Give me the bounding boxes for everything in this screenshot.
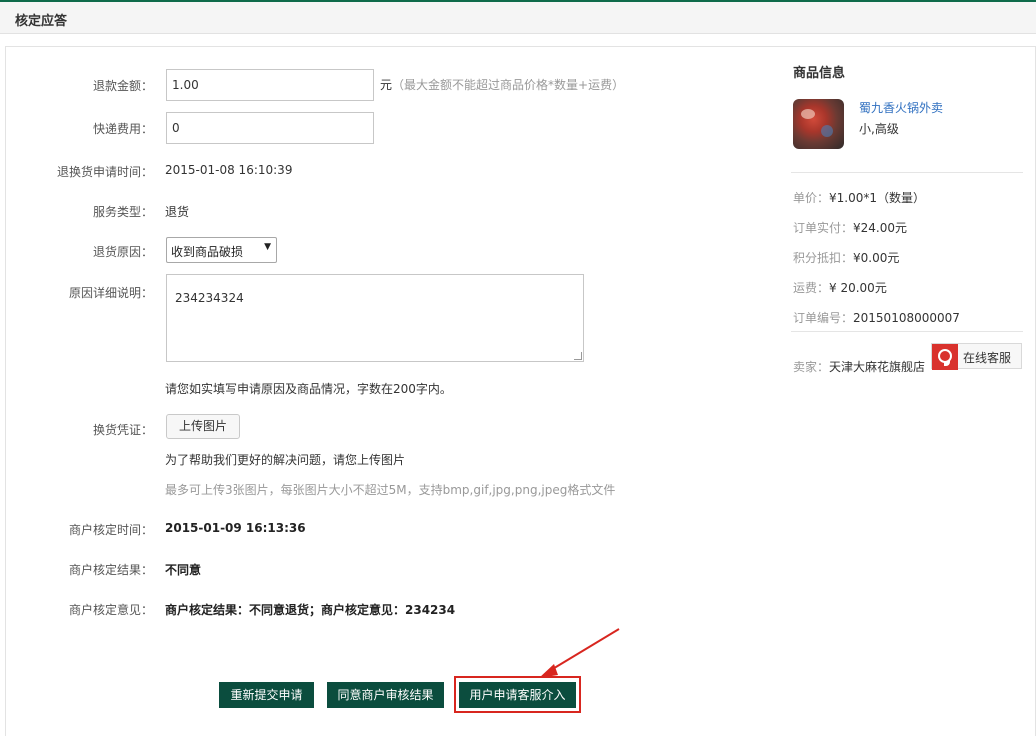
reason-select-value: 收到商品破损 [171,245,244,259]
product-info-panel: 商品信息 蜀九香火锅外卖 小,高级 单价：¥1.00*1（数量） 订单实付：¥2… [781,46,1036,736]
merchant-result-value: 不同意 [165,563,202,577]
freight-value: ¥ 20.00元 [829,281,887,295]
reason-label: 退货原因： [92,245,153,259]
paid-label: 订单实付： [793,221,854,235]
service-type-label: 服务类型： [92,205,153,219]
unit-price-label: 单价： [793,191,830,205]
online-service-label: 在线客服 [963,351,1012,365]
product-name-link[interactable]: 蜀九香火锅外卖 [859,99,943,116]
order-no-value: 20150108000007 [853,311,960,325]
detail-tip: 请您如实填写申请原因及商品情况，字数在200字内。 [165,382,452,396]
paid-value: ¥24.00元 [853,221,908,235]
merchant-opinion-label: 商户核定意见： [68,603,153,617]
reason-select[interactable]: 收到商品破损 ▼ [166,237,277,263]
detail-text: 234234324 [175,291,244,305]
shipping-fee-label: 快递费用： [92,122,153,136]
detail-label: 原因详细说明： [68,286,153,300]
merchant-result-label: 商户核定结果： [68,563,153,577]
online-service-button[interactable]: 在线客服 [931,343,1022,370]
upload-image-button[interactable]: 上传图片 [166,414,240,439]
product-info-title: 商品信息 [793,66,846,81]
voucher-label: 换货凭证： [92,423,153,437]
merchant-time-value: 2015-01-09 16:13:36 [165,521,306,535]
refund-amount-label: 退款金额： [92,79,153,93]
product-thumbnail[interactable] [793,99,844,149]
detail-textarea[interactable]: 234234324 [166,274,584,362]
resubmit-button[interactable]: 重新提交申请 [219,682,314,708]
points-label: 积分抵扣： [793,251,854,265]
divider [791,172,1023,173]
apply-time-label: 退换货申请时间： [56,165,153,179]
points-value: ¥0.00元 [853,251,900,265]
freight-row: 运费：¥ 20.00元 [793,279,887,296]
refund-amount-input[interactable]: 1.00 [166,69,374,101]
chevron-down-icon: ▼ [264,242,271,252]
service-type-value: 退货 [165,205,190,219]
unit-price-row: 单价：¥1.00*1（数量） [793,189,925,206]
merchant-opinion-value: 商户核定结果：不同意退货；商户核定意见：234234 [165,603,456,617]
headset-icon [932,344,958,370]
highlight-box [454,676,581,713]
seller-label: 卖家： [793,360,830,374]
freight-label: 运费： [793,281,830,295]
seller-row: 卖家：天津大麻花旗舰店 [793,358,925,375]
divider [791,331,1023,332]
merchant-time-label: 商户核定时间： [68,523,153,537]
refund-unit: 元（最大金额不能超过商品价格*数量+运费） [380,76,624,93]
refund-hint: （最大金额不能超过商品价格*数量+运费） [392,78,625,92]
upload-limit: 最多可上传3张图片，每张图片大小不超过5M，支持bmp,gif,jpg,png,… [165,483,616,497]
page-header: 核定应答 [0,0,1036,34]
order-no-label: 订单编号： [793,311,854,325]
product-spec: 小,高级 [859,122,899,136]
seller-value: 天津大麻花旗舰店 [829,360,926,374]
upload-tip: 为了帮助我们更好的解决问题，请您上传图片 [165,453,406,467]
shipping-fee-input[interactable]: 0 [166,112,374,144]
page-title: 核定应答 [15,14,68,29]
refund-unit-text: 元 [380,78,393,92]
unit-price-value: ¥1.00*1（数量） [829,191,926,205]
points-row: 积分抵扣：¥0.00元 [793,249,899,266]
resize-handle-icon[interactable] [574,352,582,360]
order-no-row: 订单编号：20150108000007 [793,309,960,326]
agree-result-button[interactable]: 同意商户审核结果 [327,682,444,708]
paid-row: 订单实付：¥24.00元 [793,219,907,236]
apply-time-value: 2015-01-08 16:10:39 [165,163,293,177]
